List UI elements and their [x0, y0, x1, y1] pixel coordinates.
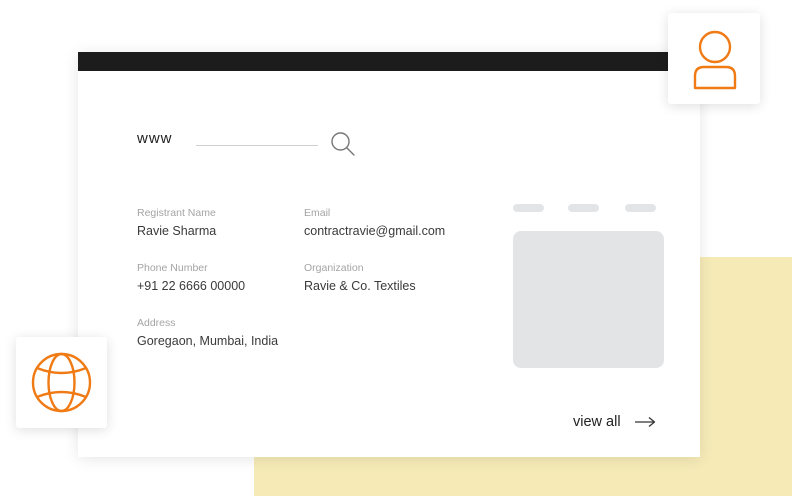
registrant-label: Registrant Name [137, 207, 216, 219]
organization-value: Ravie & Co. Textiles [304, 279, 416, 293]
address-field: Address Goregaon, Mumbai, India [137, 317, 278, 348]
placeholder-pill [625, 204, 656, 212]
search-input[interactable] [196, 145, 318, 146]
view-all-label: view all [573, 414, 621, 430]
address-value: Goregaon, Mumbai, India [137, 334, 279, 348]
organization-label: Organization [304, 262, 364, 274]
globe-icon [31, 352, 92, 413]
view-all-link[interactable]: view all [573, 414, 656, 430]
globe-tile [16, 337, 107, 428]
address-label: Address [137, 317, 176, 329]
phone-value: +91 22 6666 00000 [137, 279, 246, 293]
phone-label: Phone Number [137, 262, 208, 274]
placeholder-pill [513, 204, 544, 212]
email-field: Email contractravie@gmail.com [304, 207, 445, 238]
search-icon[interactable] [330, 131, 356, 157]
phone-field: Phone Number +91 22 6666 00000 [137, 262, 245, 293]
card-top-bar [78, 52, 700, 71]
registrant-field: Registrant Name Ravie Sharma [137, 207, 216, 238]
image-placeholder [513, 231, 664, 368]
email-value: contractravie@gmail.com [304, 224, 446, 238]
whois-card: www Registrant Name Ravie Sharma Email c… [78, 52, 700, 457]
email-label: Email [304, 207, 331, 219]
search-prefix: www [137, 130, 173, 147]
organization-field: Organization Ravie & Co. Textiles [304, 262, 416, 293]
registrant-value: Ravie Sharma [137, 224, 217, 238]
arrow-right-icon [634, 416, 655, 428]
user-tile [668, 13, 760, 104]
page: www Registrant Name Ravie Sharma Email c… [0, 0, 792, 496]
placeholder-pill [568, 204, 599, 212]
user-icon [693, 30, 737, 90]
